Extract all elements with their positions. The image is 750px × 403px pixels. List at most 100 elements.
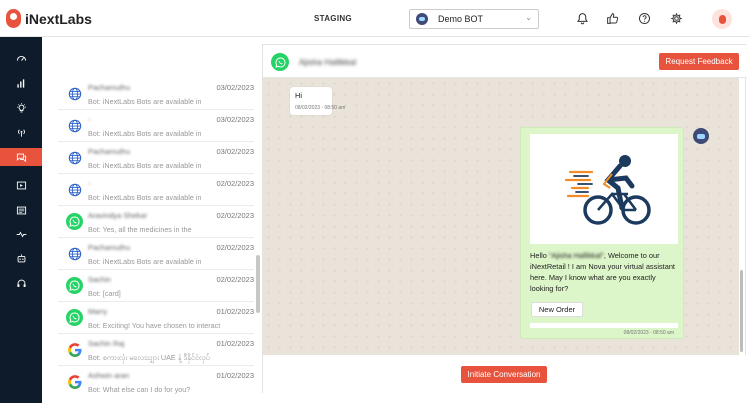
chat-messages: Hi 08/02/2023 - 08:50 am Hello "Ajisha H… bbox=[263, 78, 739, 355]
environment-label: STAGING bbox=[314, 14, 352, 23]
profile-icon[interactable] bbox=[712, 9, 732, 29]
sidebar-item-bots[interactable] bbox=[0, 249, 42, 267]
globe-icon bbox=[66, 149, 83, 166]
bot-message-bubble: Hello "Ajisha Hallikkal", Welcome to our… bbox=[520, 127, 684, 339]
conversation-date: 01/02/2023 bbox=[216, 339, 254, 348]
conversations-icon bbox=[16, 153, 26, 162]
sidebar-item-templates[interactable] bbox=[0, 201, 42, 219]
conversation-item[interactable]: Pachamuthu 03/02/2023 Bot: iNextLabs Bots … bbox=[58, 142, 254, 174]
conversation-preview: Bot: iNextLabs Bots are available in bbox=[88, 193, 202, 202]
user-message-time: 08/02/2023 - 08:50 am bbox=[295, 105, 346, 111]
conversation-list: Pachamuthu 03/02/2023 Bot: iNextLabs Bots … bbox=[58, 78, 254, 395]
chat-scrollbar[interactable] bbox=[740, 270, 743, 352]
media-icon bbox=[16, 181, 26, 189]
bot-selector-value: Demo BOT bbox=[438, 14, 484, 24]
sidebar bbox=[0, 37, 42, 403]
chat-footer: Initiate Conversation bbox=[263, 355, 747, 394]
conversation-name: Marry bbox=[88, 307, 108, 316]
sidebar-item-broadcast[interactable] bbox=[0, 123, 42, 141]
app-name: iNextLabs bbox=[25, 10, 92, 27]
help-icon[interactable] bbox=[637, 11, 651, 25]
google-icon bbox=[66, 341, 83, 358]
conversation-date: 03/02/2023 bbox=[216, 147, 254, 156]
globe-icon bbox=[66, 117, 83, 134]
top-bar: iNextLabs STAGING Demo BOT ⌄ bbox=[0, 0, 750, 37]
bot-message-footer bbox=[530, 323, 678, 328]
chat-contact-name: Ajisha Hallikkal bbox=[299, 57, 357, 67]
conversation-item[interactable]: Sachin Raj 01/02/2023 Bot: စကားလုံး မလေးသျ… bbox=[58, 334, 254, 366]
conversation-preview: Bot: iNextLabs Bots are available in bbox=[88, 161, 202, 170]
user-message-text: Hi bbox=[295, 91, 303, 100]
bulb-icon bbox=[16, 102, 26, 112]
bot-icon bbox=[17, 253, 25, 262]
whatsapp-icon bbox=[66, 277, 83, 294]
bot-avatar-icon bbox=[693, 128, 709, 144]
initiate-conversation-button[interactable]: Initiate Conversation bbox=[461, 366, 547, 383]
headset-icon bbox=[16, 279, 26, 287]
dashboard-icon bbox=[16, 55, 26, 61]
conversation-name: - bbox=[88, 115, 91, 124]
conversation-preview: Bot: iNextLabs Bots are available in bbox=[88, 97, 202, 106]
conversation-item[interactable]: Aravindya Shekar 02/02/2023 Bot: Yes, all … bbox=[58, 206, 254, 238]
bell-icon[interactable] bbox=[575, 11, 589, 25]
chevron-down-icon: ⌄ bbox=[525, 13, 532, 22]
conversation-item[interactable]: Ashwin aran 01/02/2023 Bot: What else can … bbox=[58, 366, 254, 395]
conversation-preview: Bot: What else can I do for you? bbox=[88, 385, 191, 394]
conversation-item[interactable]: - 03/02/2023 Bot: iNextLabs Bots are avail… bbox=[58, 110, 254, 142]
conversation-item[interactable]: Marry 01/02/2023 Bot: Exciting! You have c… bbox=[58, 302, 254, 334]
conversation-item[interactable]: Sachin 02/02/2023 Bot: [card] bbox=[58, 270, 254, 302]
bot-selector[interactable]: Demo BOT ⌄ bbox=[409, 9, 539, 29]
conversation-date: 03/02/2023 bbox=[216, 83, 254, 92]
conversation-preview: Bot: စကားလုံး မလေးသျှား UAE နဲ့ ဒီနိုင်င… bbox=[88, 353, 210, 362]
logo-icon bbox=[6, 9, 21, 28]
conversation-list-scrollbar[interactable] bbox=[256, 255, 260, 313]
conversation-preview: Bot: iNextLabs Bots are available in bbox=[88, 129, 202, 138]
conversation-preview: Bot: Yes, all the medicines in the bbox=[88, 225, 192, 234]
bot-message-text: Hello "Ajisha Hallikkal", Welcome to our… bbox=[530, 251, 675, 293]
conversation-name: Sachin bbox=[88, 275, 111, 284]
new-order-button[interactable]: New Order bbox=[531, 302, 583, 317]
conversation-date: 02/02/2023 bbox=[216, 275, 254, 284]
conversation-date: 02/02/2023 bbox=[216, 179, 254, 188]
sidebar-item-conversations[interactable] bbox=[0, 148, 42, 166]
conversation-item[interactable]: Pachamuthu 03/02/2023 Bot: iNextLabs Bots … bbox=[58, 78, 254, 110]
broadcast-icon bbox=[17, 128, 25, 137]
sidebar-item-dashboard[interactable] bbox=[0, 49, 42, 67]
user-message-bubble: Hi 08/02/2023 - 08:50 am bbox=[290, 87, 345, 115]
google-icon bbox=[66, 373, 83, 390]
conversation-item[interactable]: - 02/02/2023 Bot: iNextLabs Bots are avail… bbox=[58, 174, 254, 206]
globe-icon bbox=[66, 181, 83, 198]
pulse-icon bbox=[16, 230, 26, 238]
sidebar-item-media[interactable] bbox=[0, 176, 42, 194]
conversation-name: Sachin Raj bbox=[88, 339, 125, 348]
conversation-name: Pachamuthu bbox=[88, 147, 131, 156]
sidebar-item-insights[interactable] bbox=[0, 99, 42, 117]
template-icon bbox=[16, 206, 26, 214]
app-logo[interactable]: iNextLabs bbox=[6, 9, 92, 28]
globe-icon bbox=[66, 245, 83, 262]
conversation-name: Pachamuthu bbox=[88, 243, 131, 252]
gear-icon[interactable] bbox=[669, 11, 683, 25]
conversation-item[interactable]: Pachamuthu 02/02/2023 Bot: iNextLabs Bots … bbox=[58, 238, 254, 270]
conversation-name: - bbox=[88, 179, 91, 188]
sidebar-item-support[interactable] bbox=[0, 274, 42, 292]
bot-icon bbox=[416, 13, 428, 25]
chat-header: Ajisha Hallikkal Request Feedback bbox=[263, 45, 747, 78]
analytics-icon bbox=[16, 78, 24, 88]
thumbs-up-icon[interactable] bbox=[605, 11, 619, 25]
sidebar-item-analytics[interactable] bbox=[0, 74, 42, 92]
conversation-date: 01/02/2023 bbox=[216, 371, 254, 380]
conversation-name: Aravindya Shekar bbox=[88, 211, 148, 220]
whatsapp-icon bbox=[66, 213, 83, 230]
request-feedback-button[interactable]: Request Feedback bbox=[659, 53, 739, 70]
conversation-date: 03/02/2023 bbox=[216, 115, 254, 124]
conversation-preview: Bot: [card] bbox=[88, 289, 121, 298]
globe-icon bbox=[66, 85, 83, 102]
sidebar-item-monitor[interactable] bbox=[0, 225, 42, 243]
conversation-name: Pachamuthu bbox=[88, 83, 131, 92]
conversation-preview: Bot: iNextLabs Bots are available in bbox=[88, 257, 202, 266]
conversation-name: Ashwin aran bbox=[88, 371, 130, 380]
conversation-preview: Bot: Exciting! You have chosen to intera… bbox=[88, 321, 221, 330]
customer-name: "Ajisha Hallikkal" bbox=[548, 251, 604, 260]
conversation-date: 02/02/2023 bbox=[216, 211, 254, 220]
